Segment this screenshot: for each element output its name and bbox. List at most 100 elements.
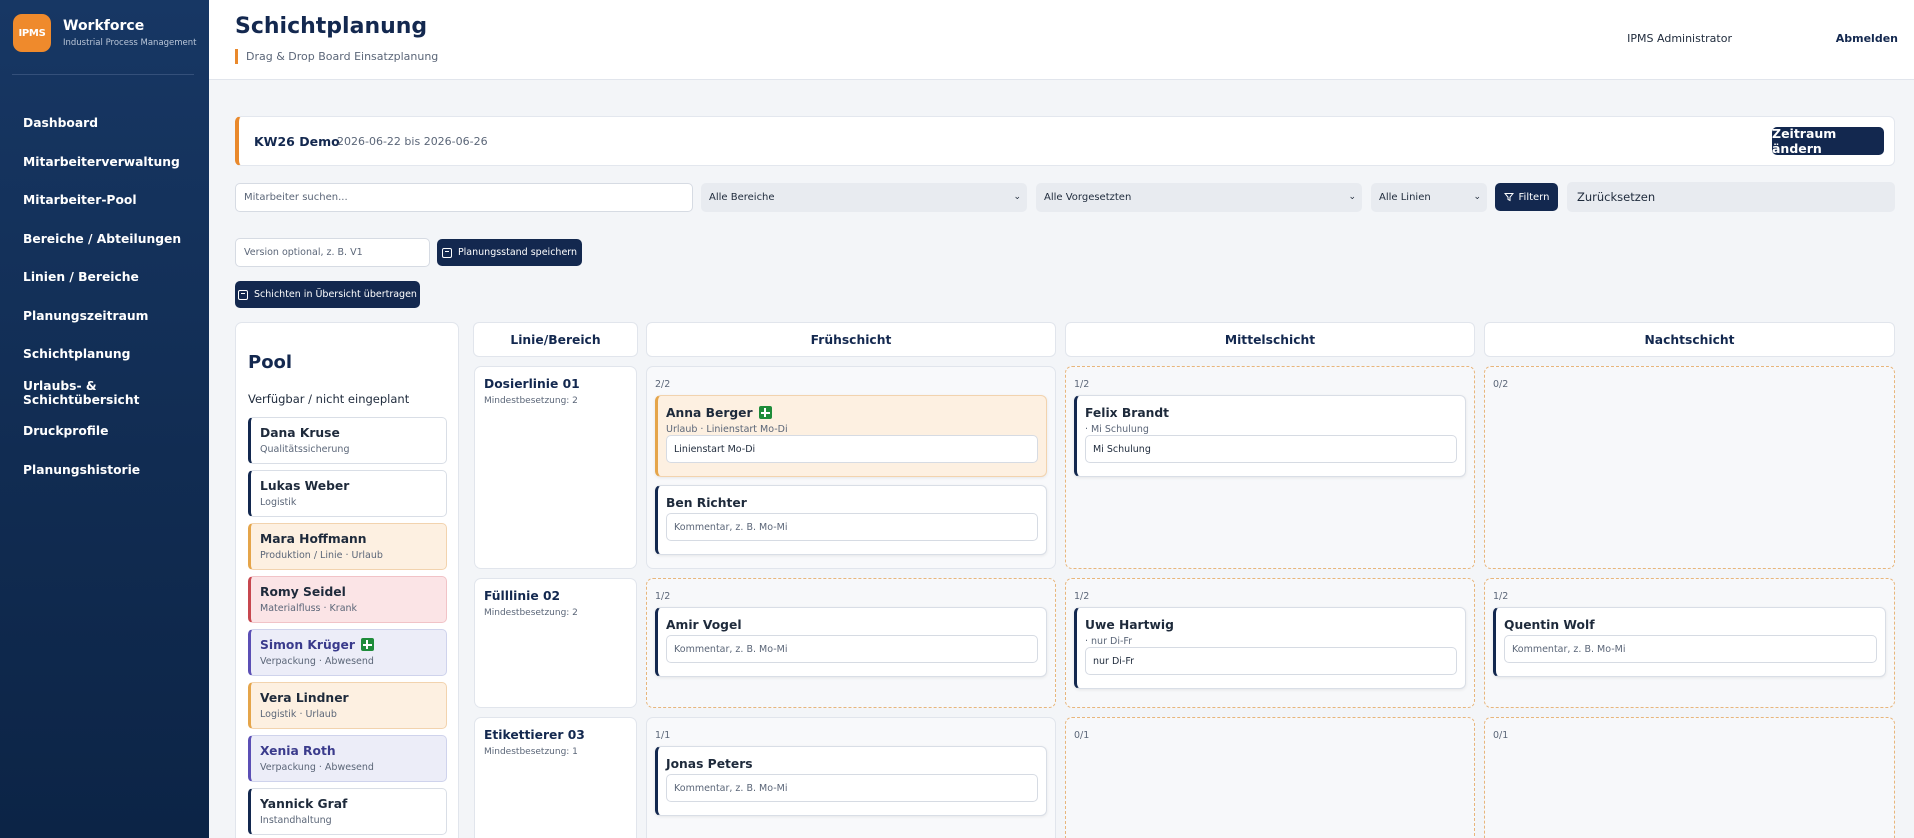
employee-info: Qualitätssicherung (260, 444, 350, 455)
comment-input[interactable]: Kommentar, z. B. Mo-Mi (666, 635, 1038, 663)
nav-item-planungshistorie[interactable]: Planungshistorie (0, 451, 209, 490)
chevron-down-icon: ⌄ (1473, 192, 1481, 202)
version-input[interactable]: Version optional, z. B. V1 (235, 238, 430, 267)
chevron-down-icon: ⌄ (1013, 192, 1021, 202)
shift-cell[interactable]: 1/2 Amir Vogel Kommentar, z. B. Mo-Mi (646, 578, 1056, 708)
pool-card[interactable]: Xenia Roth Verpackung · Abwesend (248, 735, 447, 782)
save-icon (441, 247, 452, 258)
shift-cell[interactable]: 1/2 Uwe Hartwig · nur Di-Fr nur Di-Fr (1065, 578, 1475, 708)
nav-item-bereiche[interactable]: Bereiche / Abteilungen (0, 220, 209, 259)
pool-card[interactable]: Yannick Graf Instandhaltung (248, 788, 447, 835)
comment-input[interactable]: Linienstart Mo-Di (666, 435, 1038, 463)
staffing-count: 1/1 (655, 730, 671, 741)
transfer-shifts-label: Schichten in Übersicht übertragen (254, 289, 417, 300)
sidebar-nav: Dashboard Mitarbeiterverwaltung Mitarbei… (0, 104, 209, 489)
employee-card[interactable]: Felix Brandt · Mi Schulung Mi Schulung (1074, 395, 1466, 477)
first-aid-icon (360, 638, 374, 651)
employee-name: Uwe Hartwig (1085, 618, 1174, 632)
nav-item-linien[interactable]: Linien / Bereiche (0, 258, 209, 297)
pool-card[interactable]: Dana Kruse Qualitätssicherung (248, 417, 447, 464)
comment-input[interactable]: Mi Schulung (1085, 435, 1457, 463)
employee-note: Urlaub · Linienstart Mo-Di (666, 424, 788, 435)
period-bar: KW26 Demo 2026-06-22 bis 2026-06-26 Zeit… (235, 116, 1895, 166)
sidebar: IPMS Workforce Industrial Process Manage… (0, 0, 209, 838)
shift-cell[interactable]: 0/1 (1484, 717, 1895, 838)
line-cell: Fülllinie 02 Mindestbesetzung: 2 (474, 578, 637, 708)
shift-cell[interactable]: 1/2 Quentin Wolf Kommentar, z. B. Mo-Mi (1484, 578, 1895, 708)
employee-card[interactable]: Quentin Wolf Kommentar, z. B. Mo-Mi (1493, 607, 1886, 677)
comment-input[interactable]: Kommentar, z. B. Mo-Mi (666, 774, 1038, 802)
pool-card[interactable]: Simon Krüger Verpackung · Abwesend (248, 629, 447, 676)
user-name: IPMS Administrator (1627, 32, 1732, 45)
logout-link[interactable]: Abmelden (1836, 32, 1898, 45)
reset-button[interactable]: Zurücksetzen (1567, 182, 1895, 212)
pool-card[interactable]: Mara Hoffmann Produktion / Linie · Urlau… (248, 523, 447, 570)
employee-name: Felix Brandt (1085, 406, 1170, 420)
staffing-count: 2/2 (655, 379, 671, 390)
line-min-staffing: Mindestbesetzung: 1 (484, 747, 578, 757)
shift-cell[interactable]: 0/1 (1065, 717, 1475, 838)
nav-item-urlaubsuebersicht[interactable]: Urlaubs- & Schichtübersicht (0, 374, 209, 413)
save-plan-label: Planungsstand speichern (457, 247, 578, 258)
period-name: KW26 Demo (254, 134, 340, 149)
employee-search-input[interactable]: Mitarbeiter suchen... (235, 183, 693, 212)
employee-card[interactable]: Uwe Hartwig · nur Di-Fr nur Di-Fr (1074, 607, 1466, 689)
staffing-count: 1/2 (655, 591, 671, 602)
filter-button[interactable]: Filtern (1495, 183, 1558, 211)
nav-item-planungszeitraum[interactable]: Planungszeitraum (0, 297, 209, 336)
staffing-count: 1/2 (1074, 379, 1090, 390)
employee-card[interactable]: Ben Richter Kommentar, z. B. Mo-Mi (655, 485, 1047, 555)
comment-input[interactable]: Kommentar, z. B. Mo-Mi (1504, 635, 1877, 663)
employee-card[interactable]: Anna Berger Urlaub · Linienstart Mo-Di L… (655, 395, 1047, 477)
employee-name: Mara Hoffmann (260, 532, 367, 546)
area-select[interactable]: Alle Bereiche ⌄ (701, 183, 1027, 212)
line-min-staffing: Mindestbesetzung: 2 (484, 608, 578, 618)
nav-item-druckprofile[interactable]: Druckprofile (0, 412, 209, 451)
supervisor-select-value: Alle Vorgesetzten (1044, 192, 1132, 203)
employee-name: Lukas Weber (260, 479, 350, 493)
employee-info: Materialfluss · Krank (260, 603, 358, 614)
funnel-icon (1503, 193, 1514, 202)
employee-name: Xenia Roth (260, 744, 336, 758)
employee-card[interactable]: Jonas Peters Kommentar, z. B. Mo-Mi (655, 746, 1047, 816)
page-header: Schichtplanung Drag & Drop Board Einsatz… (209, 0, 1914, 80)
line-name: Dosierlinie 01 (484, 377, 580, 391)
lines-select[interactable]: Alle Linien ⌄ (1371, 183, 1487, 212)
nav-item-schichtplanung[interactable]: Schichtplanung (0, 335, 209, 374)
pool-card[interactable]: Lukas Weber Logistik (248, 470, 447, 517)
employee-name: Amir Vogel (666, 618, 742, 632)
employee-note: · nur Di-Fr (1085, 636, 1133, 647)
nav-item-mitarbeiterverwaltung[interactable]: Mitarbeiterverwaltung (0, 143, 209, 182)
shift-cell[interactable]: 0/2 (1484, 366, 1895, 569)
supervisor-select[interactable]: Alle Vorgesetzten ⌄ (1036, 183, 1362, 212)
employee-info: Produktion / Linie · Urlaub (260, 550, 383, 561)
line-name: Fülllinie 02 (484, 589, 561, 603)
staffing-count: 0/1 (1074, 730, 1090, 741)
shift-cell[interactable]: 2/2 Anna Berger Urlaub · Linienstart Mo-… (646, 366, 1056, 569)
employee-card[interactable]: Amir Vogel Kommentar, z. B. Mo-Mi (655, 607, 1047, 677)
staffing-count: 0/2 (1493, 379, 1509, 390)
comment-input[interactable]: Kommentar, z. B. Mo-Mi (666, 513, 1038, 541)
employee-name: Yannick Graf (260, 797, 348, 811)
employee-info: Logistik · Urlaub (260, 709, 337, 720)
nav-item-mitarbeiter-pool[interactable]: Mitarbeiter-Pool (0, 181, 209, 220)
shift-cell[interactable]: 1/1 Jonas Peters Kommentar, z. B. Mo-Mi (646, 717, 1056, 838)
period-range: 2026-06-22 bis 2026-06-26 (337, 135, 488, 148)
transfer-shifts-button[interactable]: Schichten in Übersicht übertragen (235, 281, 420, 308)
pool-subtitle: Verfügbar / nicht eingeplant (248, 392, 410, 406)
change-period-button[interactable]: Zeitraum ändern (1772, 126, 1884, 156)
brand[interactable]: IPMS Workforce Industrial Process Manage… (13, 14, 197, 52)
nav-item-dashboard[interactable]: Dashboard (0, 104, 209, 143)
employee-name: Jonas Peters (666, 757, 753, 771)
first-aid-icon (758, 406, 772, 419)
pool-card[interactable]: Vera Lindner Logistik · Urlaub (248, 682, 447, 729)
staffing-count: 1/2 (1493, 591, 1509, 602)
column-header-middle-shift: Mittelschicht (1065, 322, 1475, 357)
sidebar-divider (12, 74, 194, 75)
pool-card[interactable]: Romy Seidel Materialfluss · Krank (248, 576, 447, 623)
shift-cell[interactable]: 1/2 Felix Brandt · Mi Schulung Mi Schulu… (1065, 366, 1475, 569)
save-plan-button[interactable]: Planungsstand speichern (437, 239, 582, 266)
comment-input[interactable]: nur Di-Fr (1085, 647, 1457, 675)
column-header-night-shift: Nachtschicht (1484, 322, 1895, 357)
line-min-staffing: Mindestbesetzung: 2 (484, 396, 578, 406)
